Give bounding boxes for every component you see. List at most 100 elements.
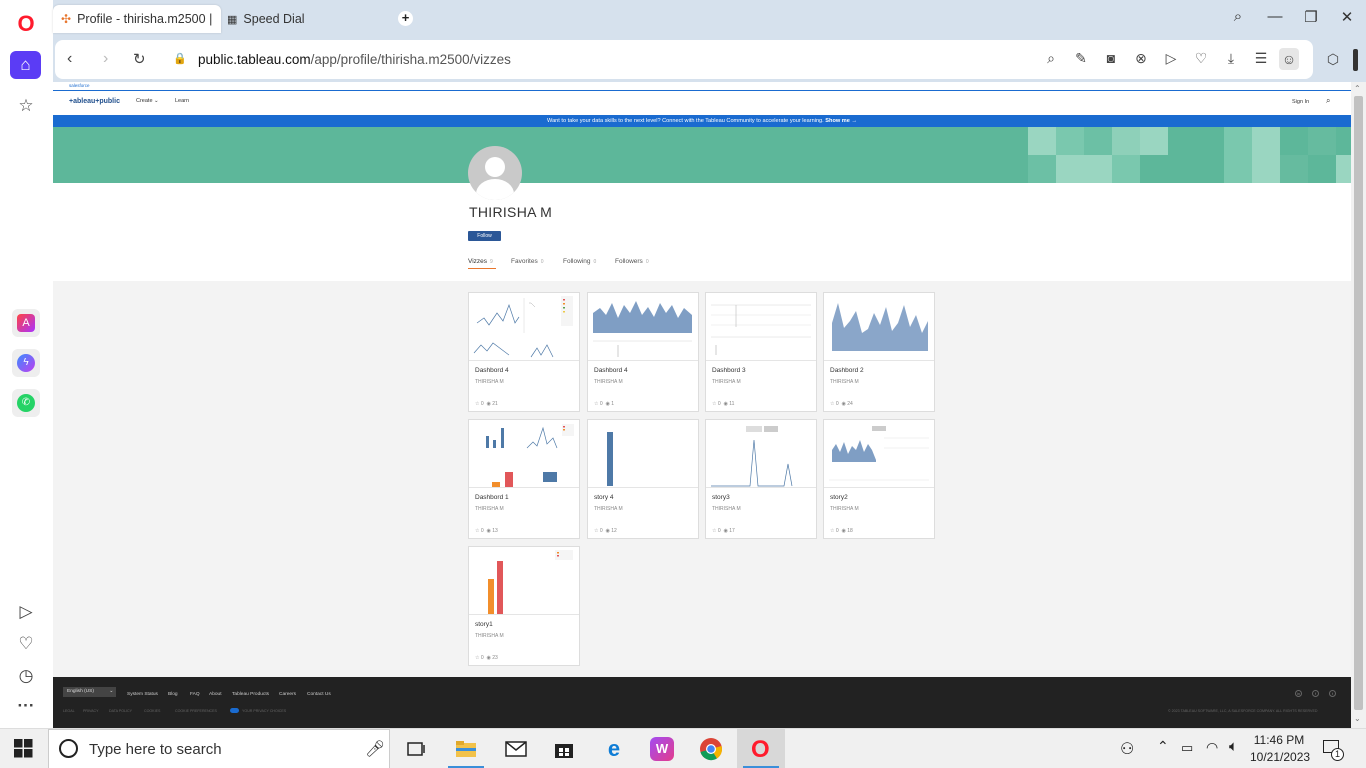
extensions-cube-icon[interactable]: ⬡ (1323, 51, 1343, 68)
viz-card[interactable]: Dashbord 2 THIRISHA M ☆ 0 ◉ 24 (823, 292, 935, 412)
menu-bar-icon[interactable] (1353, 49, 1358, 71)
chrome-icon[interactable] (697, 735, 725, 763)
viz-thumbnail[interactable] (824, 420, 934, 488)
address-bar[interactable]: ‹ › ↻ 🔒 public.tableau.com/app/profile/t… (55, 40, 1313, 79)
heart-icon[interactable]: ♡ (1191, 50, 1211, 67)
back-icon[interactable]: ‹ (67, 50, 72, 68)
viz-thumbnail[interactable] (469, 547, 579, 615)
viz-card[interactable]: Dashbord 4 THIRISHA M ☆ 0 ◉ 21 (468, 292, 580, 412)
viz-author[interactable]: THIRISHA M (594, 506, 623, 512)
history-clock-icon[interactable]: ◷ (12, 662, 40, 690)
tab-speed-dial[interactable]: ▦ Speed Dial (227, 5, 347, 33)
wifi-icon[interactable]: ◠ (1206, 739, 1218, 756)
wps-office-icon[interactable]: W (648, 735, 676, 763)
legal-link[interactable]: DATA POLICY (109, 709, 132, 713)
footer-link[interactable]: System Status (127, 692, 158, 697)
new-tab-plus-icon[interactable]: + (398, 11, 413, 26)
viz-thumbnail[interactable] (469, 293, 579, 361)
viz-author[interactable]: THIRISHA M (594, 379, 623, 385)
language-select[interactable]: English (US) ⌄ (63, 687, 116, 697)
star-icon[interactable]: ☆ (475, 655, 479, 661)
scroll-up-icon[interactable]: ⌃ (1354, 84, 1361, 93)
viz-thumbnail[interactable] (706, 420, 816, 488)
windows-start-icon[interactable] (14, 739, 34, 759)
viz-author[interactable]: THIRISHA M (475, 379, 504, 385)
linkedin-icon[interactable]: in (1295, 690, 1302, 697)
viz-title[interactable]: story2 (830, 494, 848, 501)
star-icon[interactable]: ☆ (830, 528, 834, 534)
mail-icon[interactable] (502, 735, 530, 763)
facebook-icon[interactable]: f (1312, 690, 1319, 697)
viz-card[interactable]: Dashbord 3 THIRISHA M ☆ 0 ◉ 11 (705, 292, 817, 412)
close-icon[interactable]: ✕ (1336, 8, 1358, 26)
star-icon[interactable]: ☆ (475, 401, 479, 407)
task-view-icon[interactable] (402, 735, 430, 763)
viz-author[interactable]: THIRISHA M (475, 633, 504, 639)
star-icon[interactable]: ☆ (712, 401, 716, 407)
viz-title[interactable]: Dashbord 4 (475, 367, 509, 374)
viz-title[interactable]: story 4 (594, 494, 614, 501)
follow-button[interactable]: Follow (468, 231, 501, 241)
viz-thumbnail[interactable] (706, 293, 816, 361)
forward-icon[interactable]: › (103, 50, 108, 68)
legal-link[interactable]: COOKIE PREFERENCES (175, 709, 217, 713)
viz-card[interactable]: story 4 THIRISHA M ☆ 0 ◉ 12 (587, 419, 699, 539)
send-icon[interactable]: ▷ (1161, 50, 1181, 67)
reload-icon[interactable]: ↻ (133, 50, 146, 68)
microphone-icon[interactable]: 🎤︎ (365, 739, 385, 759)
footer-link[interactable]: FAQ (190, 692, 200, 697)
viz-title[interactable]: Dashbord 1 (475, 494, 509, 501)
promo-cta[interactable]: Show me → (825, 118, 857, 124)
people-icon[interactable]: ⚇ (1120, 739, 1134, 759)
footer-link[interactable]: Blog (168, 692, 178, 697)
scrollbar-thumb[interactable] (1354, 96, 1363, 710)
viz-card[interactable]: story3 THIRISHA M ☆ 0 ◉ 17 (705, 419, 817, 539)
viz-thumbnail[interactable] (824, 293, 934, 361)
file-explorer-icon[interactable] (452, 735, 480, 763)
footer-link[interactable]: Contact Us (307, 692, 331, 697)
camera-icon[interactable]: ◙ (1101, 50, 1121, 66)
search-tabs-icon[interactable]: ⌕ (1227, 8, 1249, 25)
viz-title[interactable]: Dashbord 3 (712, 367, 746, 374)
footer-link[interactable]: About (209, 692, 222, 697)
tab-vizzes[interactable]: Vizzes 9 (468, 258, 493, 265)
opera-taskbar-button[interactable]: O (737, 729, 785, 768)
tab-favorites[interactable]: Favorites 0 (511, 258, 544, 265)
viz-author[interactable]: THIRISHA M (830, 379, 859, 385)
tab-profile[interactable]: ✣ Profile - thirisha.m2500 | T (53, 5, 221, 33)
footer-link[interactable]: Tableau Products (232, 692, 269, 697)
home-icon[interactable]: ⌂ (10, 51, 41, 79)
viz-thumbnail[interactable] (588, 293, 698, 361)
adblock-shield-icon[interactable]: ⊗ (1131, 50, 1151, 67)
heart-icon[interactable]: ♡ (12, 630, 40, 658)
star-icon[interactable]: ☆ (594, 401, 598, 407)
show-hidden-icons-chevron-icon[interactable]: ⌃ (1157, 738, 1169, 755)
viz-title[interactable]: story1 (475, 621, 493, 628)
tab-followers[interactable]: Followers 0 (615, 258, 649, 265)
viz-title[interactable]: Dashbord 2 (830, 367, 864, 374)
salesforce-logo[interactable]: salesforce (69, 83, 90, 88)
tableau-public-logo[interactable]: +ableau+public (69, 98, 120, 105)
sign-in-link[interactable]: Sign In (1292, 99, 1309, 105)
twitter-icon[interactable]: t (1329, 690, 1336, 697)
store-icon[interactable] (550, 735, 578, 763)
star-icon[interactable]: ☆ (475, 528, 479, 534)
restore-icon[interactable]: ❐ (1300, 8, 1322, 26)
aria-app-icon[interactable]: A (12, 309, 40, 337)
viz-thumbnail[interactable] (588, 420, 698, 488)
viz-author[interactable]: THIRISHA M (712, 506, 741, 512)
legal-link[interactable]: COOKIES (144, 709, 160, 713)
star-icon[interactable]: ☆ (712, 528, 716, 534)
viz-card[interactable]: story1 THIRISHA M ☆ 0 ◉ 23 (468, 546, 580, 666)
legal-link[interactable]: YOUR PRIVACY CHOICES (242, 709, 286, 713)
footer-link[interactable]: Careers (279, 692, 296, 697)
minimize-icon[interactable]: — (1264, 8, 1286, 25)
search-in-page-icon[interactable]: ⌕ (1041, 50, 1061, 67)
whatsapp-icon[interactable]: ✆ (12, 389, 40, 417)
easy-setup-icon[interactable]: ☰ (1251, 50, 1271, 67)
star-icon[interactable]: ☆ (594, 528, 598, 534)
viz-author[interactable]: THIRISHA M (475, 506, 504, 512)
viz-title[interactable]: Dashbord 4 (594, 367, 628, 374)
download-icon[interactable]: ⤓ (1221, 50, 1241, 67)
edge-icon[interactable]: e (600, 735, 628, 763)
